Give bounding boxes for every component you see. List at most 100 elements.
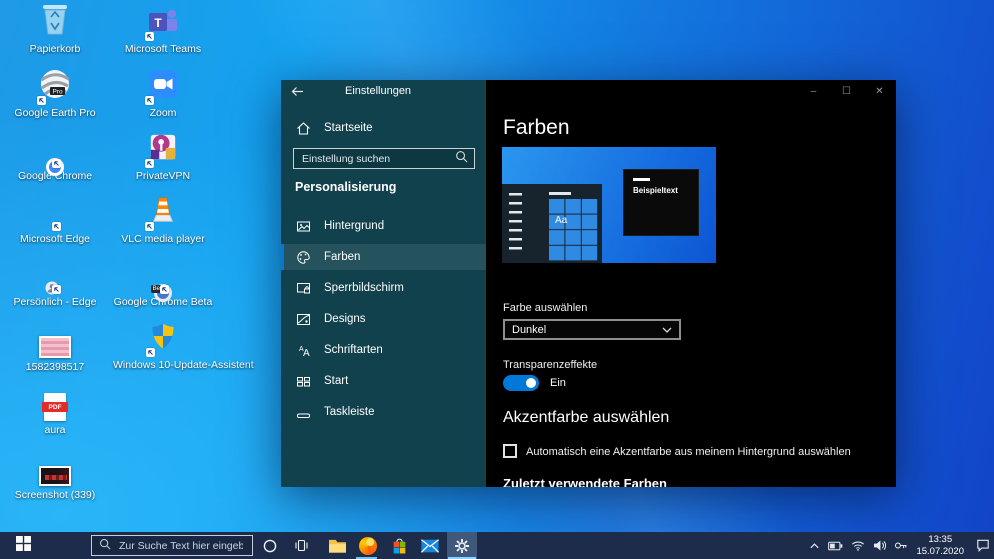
privatevpn-icon <box>145 132 178 168</box>
desktop: Papierkorb T Microsoft Teams Pro Google … <box>0 0 994 559</box>
shortcut-arrow-icon <box>52 222 61 231</box>
shortcut-arrow-icon <box>160 285 169 294</box>
sidebar-item-home[interactable]: Startseite <box>281 115 486 141</box>
desktop-icon-google-chrome[interactable]: Google Chrome <box>5 133 105 182</box>
shortcut-arrow-icon <box>52 285 61 294</box>
clock-date: 15.07.2020 <box>916 545 964 557</box>
zoom-icon <box>145 69 178 105</box>
desktop-icon-label: PrivateVPN <box>135 170 191 182</box>
minimize-button[interactable]: – <box>797 80 830 102</box>
preview-tiles: Aa <box>549 192 598 261</box>
page-title: Farben <box>503 116 570 139</box>
desktop-icon-zoom[interactable]: Zoom <box>113 70 213 119</box>
desktop-icon-microsoft-teams[interactable]: T Microsoft Teams <box>113 6 213 55</box>
mail-button[interactable] <box>415 532 445 559</box>
accent-auto-checkbox[interactable] <box>503 444 517 458</box>
mail-icon <box>421 538 439 553</box>
window-controls: – ☐ ✕ <box>797 80 896 102</box>
accent-checkbox-label: Automatisch eine Akzentfarbe aus meinem … <box>526 446 851 458</box>
cortana-icon <box>263 539 277 553</box>
close-button[interactable]: ✕ <box>863 80 896 102</box>
preview-start-menu: Aa <box>502 184 602 263</box>
microsoft-store-icon <box>391 537 408 554</box>
desktop-icon-recycle-bin[interactable]: Papierkorb <box>5 5 105 55</box>
window-title: Einstellungen <box>345 85 412 97</box>
file-explorer-icon <box>328 538 347 554</box>
svg-text:A: A <box>303 348 310 358</box>
shortcut-arrow-icon <box>145 96 154 105</box>
preview-menu-list <box>509 193 522 256</box>
shortcut-arrow-icon <box>37 96 46 105</box>
color-select-label: Farbe auswählen <box>503 302 588 314</box>
desktop-icon-screenshot-339[interactable]: Screenshot (339) <box>5 452 105 501</box>
gear-icon <box>454 538 470 554</box>
transparency-label: Transparenzeffekte <box>503 359 598 371</box>
taskbar: 13:35 15.07.2020 <box>0 532 994 559</box>
cortana-button[interactable] <box>255 532 285 559</box>
color-mode-dropdown[interactable]: Dunkel <box>503 319 681 340</box>
taskbar-clock[interactable]: 13:35 15.07.2020 <box>916 534 964 558</box>
sidebar-item-label: Startseite <box>324 122 373 134</box>
windows-update-shield-icon <box>146 321 177 357</box>
pro-badge: Pro <box>52 89 63 96</box>
sidebar-item-lockscreen[interactable]: Sperrbildschirm <box>281 275 486 301</box>
preview-tile-label: Aa <box>555 215 568 226</box>
desktop-icon-image-1582398517[interactable]: 1582398517 <box>5 324 105 373</box>
microsoft-store-button[interactable] <box>384 532 414 559</box>
sidebar-item-fonts[interactable]: AA Schriftarten <box>281 337 486 363</box>
vpn-key-icon[interactable] <box>894 540 908 551</box>
task-view-button[interactable] <box>286 532 316 559</box>
desktop-icon-chrome-beta[interactable]: Beta Google Chrome Beta <box>113 259 213 308</box>
sidebar-item-label: Schriftarten <box>324 344 383 356</box>
sidebar-item-start[interactable]: Start <box>281 368 486 394</box>
hidden-icons-chevron[interactable] <box>809 541 820 550</box>
sidebar-item-colors[interactable]: Farben <box>281 244 486 270</box>
preview-sample-window: Beispieltext <box>623 169 699 236</box>
sidebar-item-background[interactable]: Hintergrund <box>281 213 486 239</box>
desktop-icon-aura-pdf[interactable]: PDF aura <box>5 387 105 436</box>
desktop-icon-vlc[interactable]: VLC media player <box>113 196 213 245</box>
taskbar-icon <box>295 404 311 420</box>
shortcut-arrow-icon <box>145 222 154 231</box>
settings-search-box[interactable] <box>293 148 475 169</box>
sidebar-item-taskbar[interactable]: Taskleiste <box>281 399 486 425</box>
firefox-icon <box>359 536 377 555</box>
pdf-badge: PDF <box>42 402 68 412</box>
firefox-button[interactable] <box>353 532 383 559</box>
image-icon <box>295 218 311 234</box>
settings-taskbar-button[interactable] <box>447 532 477 559</box>
palette-icon <box>295 249 311 265</box>
maximize-button[interactable]: ☐ <box>830 80 863 102</box>
settings-sidebar: Einstellungen Startseite Personalisierun… <box>281 80 486 487</box>
battery-icon[interactable] <box>828 541 843 551</box>
taskbar-search-box[interactable] <box>91 535 253 556</box>
desktop-icon-label: Google Earth Pro <box>14 107 96 119</box>
wifi-icon[interactable] <box>851 540 865 551</box>
action-center-icon[interactable] <box>976 539 990 552</box>
volume-icon[interactable] <box>873 540 887 551</box>
recent-colors-heading: Zuletzt verwendete Farben <box>503 476 667 487</box>
settings-search-input[interactable] <box>300 151 455 166</box>
preview-titlebar-line <box>633 178 650 181</box>
desktop-icon-label: Microsoft Teams <box>124 43 202 55</box>
sidebar-item-themes[interactable]: Designs <box>281 306 486 332</box>
sidebar-section-title: Personalisierung <box>295 180 397 194</box>
file-explorer-button[interactable] <box>322 532 352 559</box>
taskbar-search-input[interactable] <box>117 538 245 553</box>
task-view-icon <box>294 538 309 553</box>
desktop-icon-google-earth-pro[interactable]: Pro Google Earth Pro <box>5 70 105 119</box>
dropdown-value: Dunkel <box>512 323 547 336</box>
desktop-icon-personal-edge[interactable]: Persönlich - Edge <box>5 259 105 308</box>
sidebar-item-label: Hintergrund <box>324 220 385 232</box>
desktop-icon-microsoft-edge[interactable]: Microsoft Edge <box>5 196 105 245</box>
microsoft-teams-icon: T <box>145 7 178 41</box>
screenshot-thumbnail-icon <box>39 466 71 486</box>
settings-window: Einstellungen Startseite Personalisierun… <box>281 80 896 487</box>
desktop-icon-label: Windows 10-Update-Assistent <box>113 359 254 371</box>
back-button[interactable] <box>291 84 304 102</box>
desktop-icon-privatevpn[interactable]: PrivateVPN <box>113 133 213 182</box>
desktop-icon-update-assistant[interactable]: Windows 10-Update-Assistent <box>113 321 254 371</box>
fonts-icon: AA <box>295 342 311 358</box>
start-button[interactable] <box>0 532 46 559</box>
transparency-toggle[interactable] <box>503 375 539 391</box>
